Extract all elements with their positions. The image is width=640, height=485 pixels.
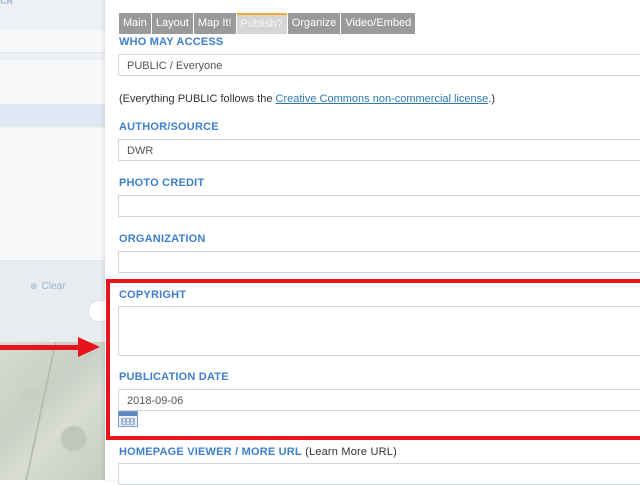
organization-label: ORGANIZATION bbox=[119, 233, 206, 245]
access-label: WHO MAY ACCESS bbox=[119, 36, 224, 48]
copyright-textarea[interactable] bbox=[118, 306, 640, 356]
license-note: (Everything PUBLIC follows the Creative … bbox=[119, 93, 495, 105]
x-icon: ⊗ bbox=[30, 281, 38, 291]
annotation-arrow-head bbox=[78, 337, 100, 357]
background-row bbox=[0, 30, 105, 53]
background-row bbox=[0, 216, 105, 239]
tab-bar: Main Layout Map It! Publish? Organize Vi… bbox=[119, 13, 416, 34]
publication-date-input[interactable]: 2018-09-06 bbox=[118, 389, 640, 411]
organization-input[interactable] bbox=[118, 251, 640, 273]
tab-publish[interactable]: Publish? bbox=[236, 13, 287, 34]
background-row bbox=[0, 150, 105, 173]
homepage-url-input[interactable] bbox=[118, 463, 640, 485]
background-label: CR bbox=[0, 0, 13, 6]
background-row bbox=[0, 238, 105, 261]
calendar-icon[interactable] bbox=[118, 411, 138, 427]
background-row bbox=[0, 82, 105, 105]
photo-credit-label: PHOTO CREDIT bbox=[119, 177, 205, 189]
background-filter-area bbox=[0, 262, 105, 342]
tab-layout[interactable]: Layout bbox=[151, 13, 193, 34]
tab-video-embed[interactable]: Video/Embed bbox=[341, 13, 416, 34]
homepage-url-label: HOMEPAGE VIEWER / MORE URL (Learn More U… bbox=[119, 446, 397, 458]
background-map bbox=[0, 342, 105, 480]
access-select[interactable]: PUBLIC / Everyone bbox=[118, 54, 640, 76]
author-input[interactable]: DWR bbox=[118, 139, 640, 161]
background-row bbox=[0, 194, 105, 217]
tab-main[interactable]: Main bbox=[119, 13, 151, 34]
background-row bbox=[0, 60, 105, 83]
background-row bbox=[0, 172, 105, 195]
background-row-active bbox=[0, 104, 105, 127]
background-sidebar: CR ⊗ Clear bbox=[0, 0, 105, 480]
background-pill bbox=[88, 300, 105, 322]
photo-credit-input[interactable] bbox=[118, 195, 640, 217]
background-row bbox=[0, 128, 105, 151]
author-label: AUTHOR/SOURCE bbox=[119, 121, 219, 133]
tab-map-it[interactable]: Map It! bbox=[193, 13, 236, 34]
clear-button[interactable]: ⊗ Clear bbox=[30, 281, 65, 292]
edit-panel: Main Layout Map It! Publish? Organize Vi… bbox=[105, 0, 640, 485]
publication-date-label: PUBLICATION DATE bbox=[119, 371, 229, 383]
tab-organize[interactable]: Organize bbox=[287, 13, 341, 34]
license-link[interactable]: Creative Commons non-commercial license bbox=[276, 93, 489, 105]
copyright-label: COPYRIGHT bbox=[119, 289, 187, 301]
annotation-arrow bbox=[0, 345, 80, 350]
